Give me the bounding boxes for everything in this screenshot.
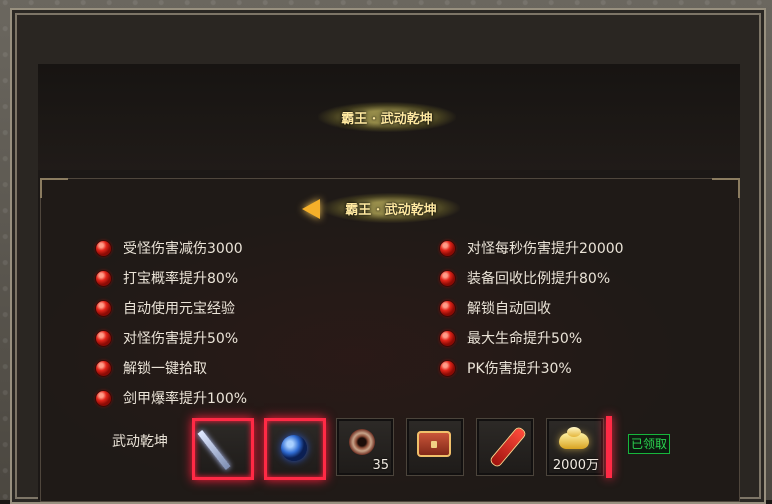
- stat-text: 自动使用元宝经验: [123, 301, 235, 317]
- stat-item: 自动使用元宝经验: [96, 293, 247, 323]
- reward-slot-sword[interactable]: [192, 418, 254, 480]
- stat-text: 对怪每秒伤害提升20000: [467, 241, 624, 257]
- disc-icon: [349, 429, 375, 455]
- corner-ornament-left: [40, 178, 68, 198]
- red-dot-icon: [440, 270, 455, 286]
- stat-item: 最大生命提升50%: [440, 323, 624, 353]
- stat-text: 打宝概率提升80%: [123, 271, 239, 287]
- stat-item: 剑甲爆率提升100%: [96, 383, 247, 413]
- stat-item: 对怪伤害提升50%: [96, 323, 247, 353]
- section-title: 霸王 · 武动乾坤: [322, 193, 460, 223]
- stat-text: 解锁自动回收: [467, 301, 551, 317]
- red-dot-icon: [440, 360, 455, 376]
- stat-item: 对怪每秒伤害提升20000: [440, 233, 624, 263]
- corner-ornament-right: [712, 178, 740, 198]
- reward-slot-chest[interactable]: [406, 418, 464, 476]
- arrow-left-icon[interactable]: [302, 199, 320, 219]
- reward-slot-disc[interactable]: 35: [336, 418, 394, 476]
- stat-item: 装备回收比例提升80%: [440, 263, 624, 293]
- stat-item: 受怪伤害减伤3000: [96, 233, 247, 263]
- stat-text: PK伤害提升30%: [467, 361, 572, 377]
- stat-item: 打宝概率提升80%: [96, 263, 247, 293]
- stat-text: 最大生命提升50%: [467, 331, 583, 347]
- red-dot-icon: [96, 270, 111, 286]
- red-dot-icon: [96, 240, 111, 256]
- item-quantity: 35: [372, 458, 389, 473]
- red-dot-icon: [96, 330, 111, 346]
- stat-text: 对怪伤害提升50%: [123, 331, 239, 347]
- stat-text: 剑甲爆率提升100%: [123, 391, 248, 407]
- stat-text: 解锁一键拾取: [123, 361, 207, 377]
- red-dot-icon: [440, 330, 455, 346]
- red-dot-icon: [440, 300, 455, 316]
- stat-item: 解锁自动回收: [440, 293, 624, 323]
- blue-orb-icon: [281, 435, 307, 461]
- stat-item: 解锁一键拾取: [96, 353, 247, 383]
- gold-ingot-icon: [559, 427, 589, 449]
- stats-left-list: 受怪伤害减伤3000 打宝概率提升80% 自动使用元宝经验 对怪伤害提升50% …: [96, 233, 247, 413]
- red-dot-icon: [96, 390, 111, 406]
- red-dot-icon: [440, 240, 455, 256]
- treasure-chest-icon: [417, 431, 451, 457]
- stat-item: PK伤害提升30%: [440, 353, 624, 383]
- red-dot-icon: [96, 360, 111, 376]
- claimed-badge: 已领取: [628, 434, 671, 454]
- stat-text: 装备回收比例提升80%: [467, 271, 611, 287]
- reward-slot-orb[interactable]: [264, 418, 326, 480]
- reward-slot-gold[interactable]: 2000万: [546, 418, 604, 476]
- reward-slot-scroll[interactable]: [476, 418, 534, 476]
- selection-glow-edge: [606, 416, 612, 478]
- scroll-icon: [490, 426, 526, 468]
- item-quantity: 2000万: [552, 458, 599, 473]
- header-title: 霸王 · 武动乾坤: [318, 102, 456, 132]
- reward-label: 武动乾坤: [112, 434, 168, 450]
- red-dot-icon: [96, 300, 111, 316]
- stat-text: 受怪伤害减伤3000: [123, 241, 243, 257]
- sword-icon: [197, 430, 231, 470]
- stats-right-list: 对怪每秒伤害提升20000 装备回收比例提升80% 解锁自动回收 最大生命提升5…: [440, 233, 624, 383]
